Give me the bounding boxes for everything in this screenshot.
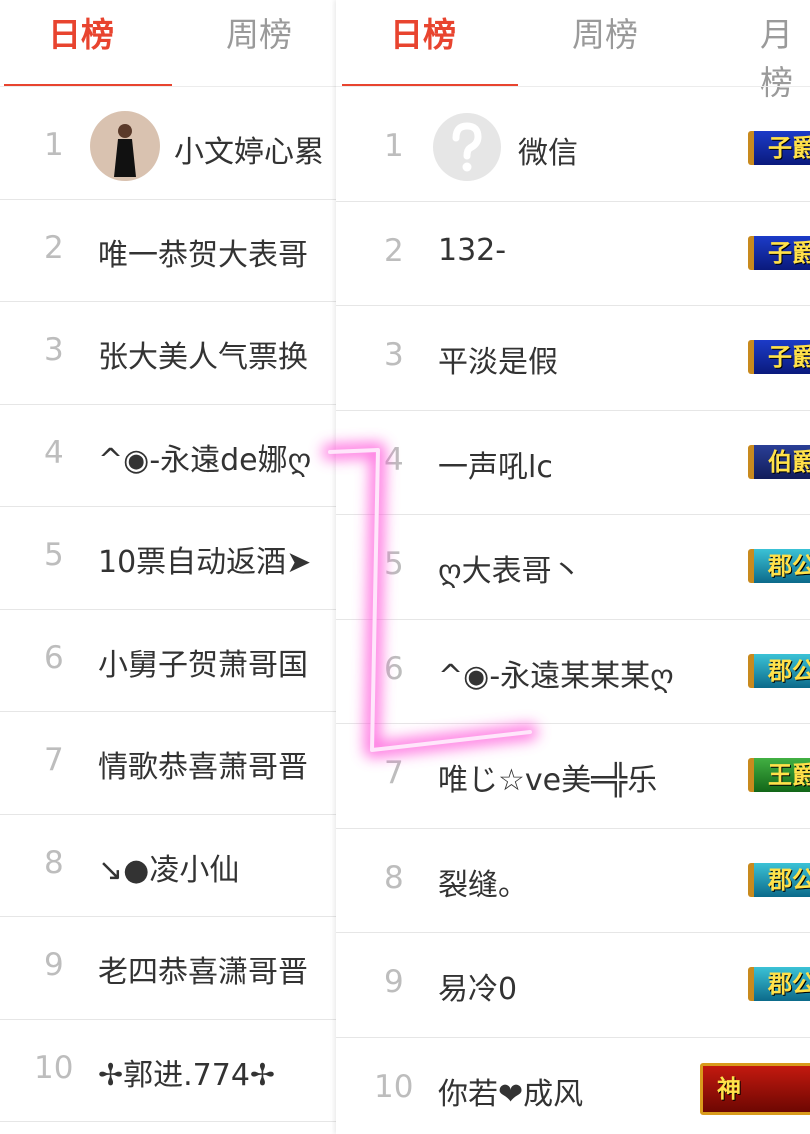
user-name[interactable]: 情歌恭喜萧哥晋 (98, 742, 308, 786)
rank-number: 10 (34, 1049, 74, 1086)
rank-title-badge: 神 (700, 1062, 810, 1115)
user-name[interactable]: 小舅子贺萧哥国 (98, 640, 308, 684)
user-name[interactable]: 平淡是假 (438, 337, 558, 381)
question-mark-icon[interactable] (432, 112, 502, 182)
user-name[interactable]: 一声吼lc (438, 442, 553, 486)
rank-number: 8 (384, 859, 404, 896)
rank-title-badge: 子爵 (748, 340, 810, 375)
right-tab-weekly[interactable]: 周榜 (572, 8, 638, 56)
right-ranking-row[interactable]: 6 ^◉-永遠某某某ღ 郡公 (336, 619, 810, 724)
left-ranking-row[interactable]: 6 小舅子贺萧哥国 (0, 609, 340, 712)
user-name[interactable]: 易冷0 (438, 964, 517, 1008)
left-ranking-row[interactable]: 2 唯一恭贺大表哥 (0, 199, 340, 302)
rank-number: 3 (44, 332, 64, 369)
left-ranking-panel: 日榜 周榜 1 小文婷心累 2 唯一恭贺大表哥 3 张大美人气票换 4 ^◉-永遠de娜ღ 5 1… (0, 0, 340, 1134)
left-ranking-row[interactable]: 1 小文婷心累 (0, 96, 340, 200)
rank-title-badge: 郡公 (748, 862, 810, 897)
rank-title-badge: 郡公 (748, 967, 810, 1002)
rank-title-badge: 王爵 (748, 758, 810, 793)
left-tab-daily[interactable]: 日榜 (48, 8, 114, 56)
rank-number: 5 (44, 537, 64, 574)
user-name[interactable]: 唯一恭贺大表哥 (98, 230, 308, 274)
right-ranking-row[interactable]: 8 裂缝。 郡公 (336, 828, 810, 933)
rank-number: 7 (384, 755, 404, 792)
right-tab-bar: 日榜 周榜 月榜 (336, 0, 810, 102)
rank-number: 2 (384, 232, 404, 269)
right-ranking-row[interactable]: 9 易冷0 郡公 (336, 932, 810, 1038)
rank-number: 8 (44, 844, 64, 881)
user-name[interactable]: 唯じ☆ve美═╬乐 (438, 755, 657, 799)
user-name[interactable]: 张大美人气票换 (98, 332, 308, 376)
rank-number: 7 (44, 742, 64, 779)
user-name[interactable]: 老四恭喜潇哥晋 (98, 947, 308, 991)
user-name[interactable]: 你若❤成风 (438, 1069, 583, 1113)
right-ranking-row[interactable]: 4 一声吼lc 伯爵 (336, 410, 810, 515)
user-name[interactable]: 132- (438, 233, 506, 268)
rank-number: 6 (384, 650, 404, 687)
left-tab-weekly[interactable]: 周榜 (226, 8, 292, 56)
user-name[interactable]: ✢郭进.774✢ (98, 1050, 275, 1094)
user-name[interactable]: ღ大表哥丶 (438, 546, 582, 590)
left-tab-divider (0, 86, 340, 87)
right-ranking-row[interactable]: 7 唯じ☆ve美═╬乐 王爵 (336, 723, 810, 829)
rank-title-badge: 郡公 (748, 549, 810, 584)
left-tab-bar: 日榜 周榜 (0, 0, 340, 87)
user-avatar[interactable] (90, 111, 160, 182)
right-ranking-row[interactable]: 5 ღ大表哥丶 郡公 (336, 514, 810, 620)
right-ranking-panel: 日榜 周榜 月榜 1微信子爵2132-子爵3平淡是假子爵4一声吼lc伯爵5ღ大表… (336, 0, 810, 1134)
user-name[interactable]: 10票自动返酒➤ (98, 537, 311, 581)
rank-number: 5 (384, 546, 404, 583)
rank-number: 1 (384, 128, 404, 165)
rank-number: 4 (44, 434, 64, 471)
left-ranking-row[interactable]: 3 张大美人气票换 (0, 301, 340, 405)
user-name[interactable]: ↘●凌小仙 (98, 845, 239, 889)
left-ranking-row[interactable]: 4 ^◉-永遠de娜ღ (0, 404, 340, 507)
rank-number: 1 (44, 127, 64, 164)
right-tab-daily[interactable]: 日榜 (390, 8, 456, 56)
user-name[interactable]: 小文婷心累 (174, 127, 324, 171)
rank-number: 6 (44, 639, 64, 676)
rank-title-badge: 子爵 (748, 235, 810, 270)
right-ranking-row[interactable]: 2 132- 子爵 (336, 201, 810, 306)
rank-number: 3 (384, 337, 404, 374)
rank-title-badge: 伯爵 (748, 444, 810, 479)
left-ranking-row[interactable]: 7 情歌恭喜萧哥晋 (0, 711, 340, 815)
rank-number: 9 (44, 947, 64, 984)
left-ranking-row[interactable]: 10 ✢郭进.774✢ (0, 1019, 340, 1122)
left-ranking-row[interactable]: 5 10票自动返酒➤ (0, 506, 340, 610)
rank-number: 9 (384, 964, 404, 1001)
rank-number: 4 (384, 441, 404, 478)
left-ranking-row[interactable]: 8 ↘●凌小仙 (0, 814, 340, 917)
user-name[interactable]: ^◉-永遠de娜ღ (98, 435, 311, 479)
rank-title-badge: 子爵 (748, 131, 810, 166)
right-ranking-row[interactable]: 3 平淡是假 子爵 (336, 305, 810, 411)
right-ranking-row[interactable]: 1 微信 子爵 (336, 96, 810, 202)
rank-number: 10 (374, 1068, 414, 1105)
user-name[interactable]: 微信 (518, 128, 578, 172)
left-ranking-row[interactable]: 9 老四恭喜潇哥晋 (0, 916, 340, 1020)
user-name[interactable]: ^◉-永遠某某某ღ (438, 651, 674, 695)
right-tab-divider (336, 86, 810, 87)
user-name[interactable]: 裂缝。 (438, 860, 528, 904)
right-tab-monthly[interactable]: 月榜 (760, 8, 810, 104)
right-ranking-row[interactable]: 10 你若❤成风 神 (336, 1037, 810, 1134)
rank-title-badge: 郡公 (748, 653, 810, 688)
rank-number: 2 (44, 229, 64, 266)
